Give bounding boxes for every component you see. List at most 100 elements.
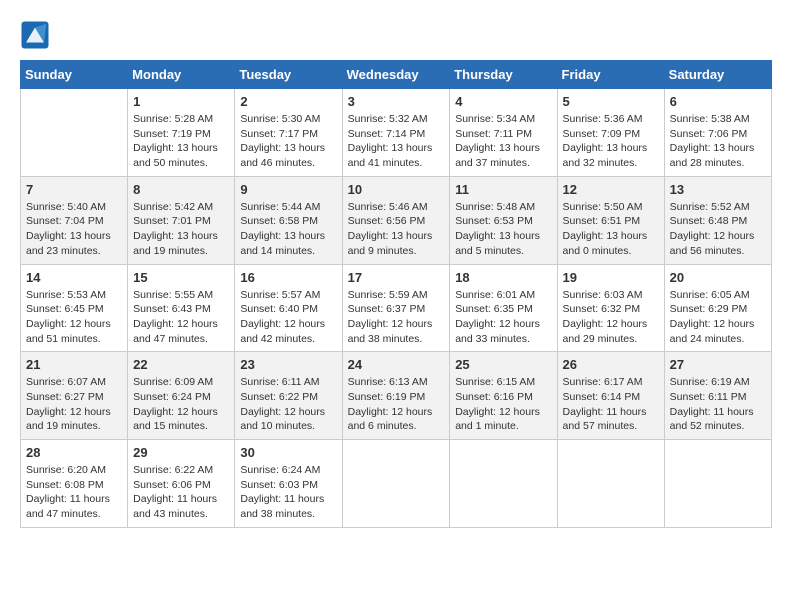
calendar-cell: 28 Sunrise: 6:20 AM Sunset: 6:08 PM Dayli…	[21, 440, 128, 528]
calendar-cell	[664, 440, 771, 528]
calendar-cell: 25 Sunrise: 6:15 AM Sunset: 6:16 PM Dayli…	[450, 352, 557, 440]
calendar-cell	[557, 440, 664, 528]
day-info: Sunrise: 6:01 AM Sunset: 6:35 PM Dayligh…	[455, 288, 551, 347]
day-of-week-header: Friday	[557, 61, 664, 89]
day-info: Sunrise: 5:57 AM Sunset: 6:40 PM Dayligh…	[240, 288, 336, 347]
calendar-cell: 15 Sunrise: 5:55 AM Sunset: 6:43 PM Dayli…	[128, 264, 235, 352]
day-number: 24	[348, 357, 445, 372]
logo	[20, 20, 55, 50]
calendar-table: SundayMondayTuesdayWednesdayThursdayFrid…	[20, 60, 772, 528]
day-number: 4	[455, 94, 551, 109]
day-number: 22	[133, 357, 229, 372]
day-number: 15	[133, 270, 229, 285]
calendar-cell: 2 Sunrise: 5:30 AM Sunset: 7:17 PM Daylig…	[235, 89, 342, 177]
calendar-cell: 19Sunrise: 6:03 AM Sunset: 6:32 PM Dayli…	[557, 264, 664, 352]
day-info: Sunrise: 6:07 AM Sunset: 6:27 PM Dayligh…	[26, 375, 122, 434]
calendar-cell: 9Sunrise: 5:44 AM Sunset: 6:58 PM Daylig…	[235, 176, 342, 264]
day-info: Sunrise: 5:46 AM Sunset: 6:56 PM Dayligh…	[348, 200, 445, 259]
day-info: Sunrise: 6:11 AM Sunset: 6:22 PM Dayligh…	[240, 375, 336, 434]
logo-icon	[20, 20, 50, 50]
day-info: Sunrise: 5:42 AM Sunset: 7:01 PM Dayligh…	[133, 200, 229, 259]
day-info: Sunrise: 5:48 AM Sunset: 6:53 PM Dayligh…	[455, 200, 551, 259]
calendar-cell: 18 Sunrise: 6:01 AM Sunset: 6:35 PM Dayli…	[450, 264, 557, 352]
calendar-cell: 14Sunrise: 5:53 AM Sunset: 6:45 PM Dayli…	[21, 264, 128, 352]
day-of-week-header: Thursday	[450, 61, 557, 89]
calendar-cell: 30Sunrise: 6:24 AM Sunset: 6:03 PM Dayli…	[235, 440, 342, 528]
calendar-cell: 7Sunrise: 5:40 AM Sunset: 7:04 PM Daylig…	[21, 176, 128, 264]
day-number: 8	[133, 182, 229, 197]
day-number: 13	[670, 182, 766, 197]
day-info: Sunrise: 6:15 AM Sunset: 6:16 PM Dayligh…	[455, 375, 551, 434]
calendar-cell: 6Sunrise: 5:38 AM Sunset: 7:06 PM Daylig…	[664, 89, 771, 177]
day-number: 2	[240, 94, 336, 109]
day-info: Sunrise: 5:44 AM Sunset: 6:58 PM Dayligh…	[240, 200, 336, 259]
calendar-week-row: 21 Sunrise: 6:07 AM Sunset: 6:27 PM Dayli…	[21, 352, 772, 440]
calendar-cell: 16 Sunrise: 5:57 AM Sunset: 6:40 PM Dayli…	[235, 264, 342, 352]
day-number: 21	[26, 357, 122, 372]
day-of-week-header: Sunday	[21, 61, 128, 89]
calendar-cell: 26 Sunrise: 6:17 AM Sunset: 6:14 PM Dayli…	[557, 352, 664, 440]
day-number: 11	[455, 182, 551, 197]
day-number: 3	[348, 94, 445, 109]
calendar-cell: 29 Sunrise: 6:22 AM Sunset: 6:06 PM Dayli…	[128, 440, 235, 528]
day-info: Sunrise: 5:32 AM Sunset: 7:14 PM Dayligh…	[348, 112, 445, 171]
day-number: 29	[133, 445, 229, 460]
calendar-cell: 23 Sunrise: 6:11 AM Sunset: 6:22 PM Dayli…	[235, 352, 342, 440]
calendar-cell: 11 Sunrise: 5:48 AM Sunset: 6:53 PM Dayli…	[450, 176, 557, 264]
day-number: 18	[455, 270, 551, 285]
calendar-cell: 24 Sunrise: 6:13 AM Sunset: 6:19 PM Dayli…	[342, 352, 450, 440]
day-number: 25	[455, 357, 551, 372]
day-number: 20	[670, 270, 766, 285]
calendar-week-row: 7Sunrise: 5:40 AM Sunset: 7:04 PM Daylig…	[21, 176, 772, 264]
calendar-cell: 1 Sunrise: 5:28 AM Sunset: 7:19 PM Daylig…	[128, 89, 235, 177]
day-info: Sunrise: 5:38 AM Sunset: 7:06 PM Dayligh…	[670, 112, 766, 171]
day-number: 1	[133, 94, 229, 109]
calendar-cell: 17 Sunrise: 5:59 AM Sunset: 6:37 PM Dayli…	[342, 264, 450, 352]
day-number: 12	[563, 182, 659, 197]
day-info: Sunrise: 5:55 AM Sunset: 6:43 PM Dayligh…	[133, 288, 229, 347]
day-of-week-header: Tuesday	[235, 61, 342, 89]
calendar-cell: 21 Sunrise: 6:07 AM Sunset: 6:27 PM Dayli…	[21, 352, 128, 440]
calendar-cell: 27Sunrise: 6:19 AM Sunset: 6:11 PM Dayli…	[664, 352, 771, 440]
calendar-cell: 13Sunrise: 5:52 AM Sunset: 6:48 PM Dayli…	[664, 176, 771, 264]
day-info: Sunrise: 6:05 AM Sunset: 6:29 PM Dayligh…	[670, 288, 766, 347]
day-number: 30	[240, 445, 336, 460]
calendar-cell: 4 Sunrise: 5:34 AM Sunset: 7:11 PM Daylig…	[450, 89, 557, 177]
day-number: 16	[240, 270, 336, 285]
calendar-cell: 20 Sunrise: 6:05 AM Sunset: 6:29 PM Dayli…	[664, 264, 771, 352]
day-info: Sunrise: 6:13 AM Sunset: 6:19 PM Dayligh…	[348, 375, 445, 434]
day-info: Sunrise: 6:09 AM Sunset: 6:24 PM Dayligh…	[133, 375, 229, 434]
day-info: Sunrise: 5:59 AM Sunset: 6:37 PM Dayligh…	[348, 288, 445, 347]
day-number: 10	[348, 182, 445, 197]
day-number: 19	[563, 270, 659, 285]
day-info: Sunrise: 5:36 AM Sunset: 7:09 PM Dayligh…	[563, 112, 659, 171]
day-of-week-header: Saturday	[664, 61, 771, 89]
day-info: Sunrise: 5:34 AM Sunset: 7:11 PM Dayligh…	[455, 112, 551, 171]
day-info: Sunrise: 6:17 AM Sunset: 6:14 PM Dayligh…	[563, 375, 659, 434]
day-info: Sunrise: 5:40 AM Sunset: 7:04 PM Dayligh…	[26, 200, 122, 259]
day-info: Sunrise: 5:28 AM Sunset: 7:19 PM Dayligh…	[133, 112, 229, 171]
day-info: Sunrise: 5:50 AM Sunset: 6:51 PM Dayligh…	[563, 200, 659, 259]
calendar-week-row: 28 Sunrise: 6:20 AM Sunset: 6:08 PM Dayli…	[21, 440, 772, 528]
calendar-cell: 3 Sunrise: 5:32 AM Sunset: 7:14 PM Daylig…	[342, 89, 450, 177]
day-info: Sunrise: 6:20 AM Sunset: 6:08 PM Dayligh…	[26, 463, 122, 522]
day-of-week-header: Monday	[128, 61, 235, 89]
calendar-cell: 5Sunrise: 5:36 AM Sunset: 7:09 PM Daylig…	[557, 89, 664, 177]
header-row: SundayMondayTuesdayWednesdayThursdayFrid…	[21, 61, 772, 89]
day-info: Sunrise: 6:19 AM Sunset: 6:11 PM Dayligh…	[670, 375, 766, 434]
calendar-week-row: 1 Sunrise: 5:28 AM Sunset: 7:19 PM Daylig…	[21, 89, 772, 177]
calendar-cell	[342, 440, 450, 528]
day-number: 28	[26, 445, 122, 460]
calendar-cell: 12 Sunrise: 5:50 AM Sunset: 6:51 PM Dayli…	[557, 176, 664, 264]
day-number: 17	[348, 270, 445, 285]
day-number: 14	[26, 270, 122, 285]
calendar-week-row: 14Sunrise: 5:53 AM Sunset: 6:45 PM Dayli…	[21, 264, 772, 352]
calendar-cell	[450, 440, 557, 528]
calendar-cell	[21, 89, 128, 177]
day-info: Sunrise: 6:22 AM Sunset: 6:06 PM Dayligh…	[133, 463, 229, 522]
calendar-cell: 22 Sunrise: 6:09 AM Sunset: 6:24 PM Dayli…	[128, 352, 235, 440]
page-header	[20, 20, 772, 50]
day-info: Sunrise: 5:30 AM Sunset: 7:17 PM Dayligh…	[240, 112, 336, 171]
day-number: 26	[563, 357, 659, 372]
day-number: 23	[240, 357, 336, 372]
